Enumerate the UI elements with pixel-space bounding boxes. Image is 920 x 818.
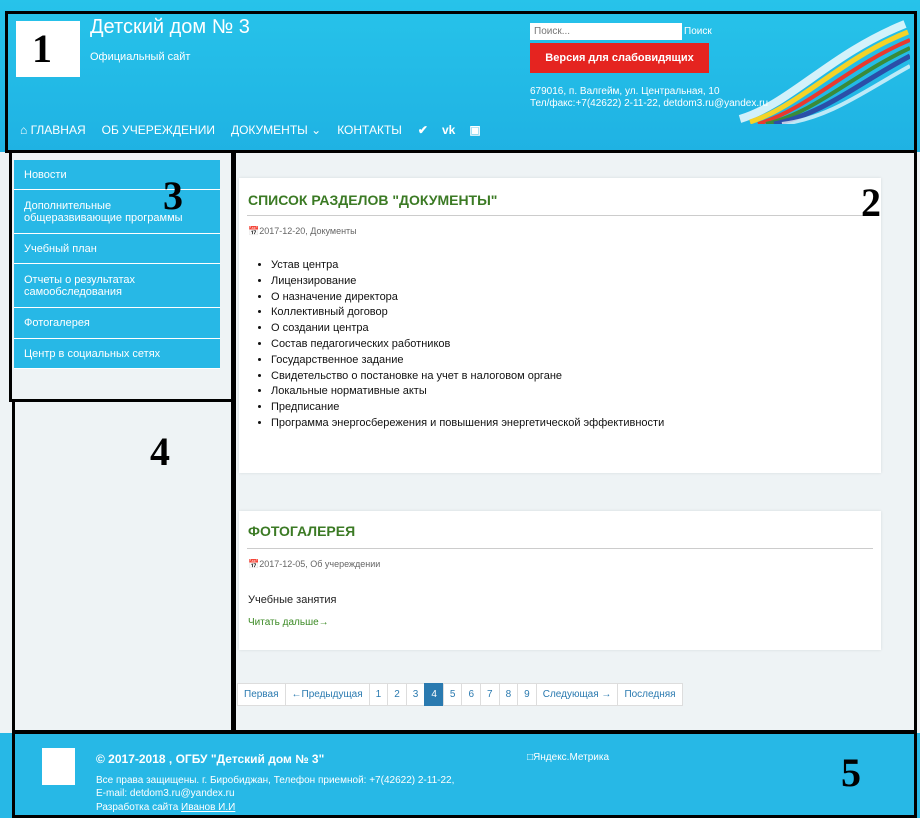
post-date: 2017-12-20, Документы: [259, 226, 357, 236]
home-icon: ⌂: [20, 123, 31, 137]
page-5[interactable]: 5: [442, 683, 463, 706]
twitter-icon[interactable]: ✔: [418, 123, 428, 137]
post-card: ФОТОГАЛЕРЕЯ 📅2017-12-05, Об учереждении …: [239, 511, 881, 650]
nav-about[interactable]: ОБ УЧЕРЕЖДЕНИИ: [102, 123, 215, 137]
footer-email: E-mail: detdom3.ru@yandex.ru: [96, 788, 235, 799]
list-item[interactable]: Предписание: [271, 400, 664, 416]
list-item[interactable]: Лицензирование: [271, 274, 664, 290]
post-title[interactable]: ФОТОГАЛЕРЕЯ: [248, 523, 355, 539]
nav-documents[interactable]: ДОКУМЕНТЫ ⌄: [231, 123, 321, 137]
page-3[interactable]: 3: [405, 683, 426, 706]
site-title[interactable]: Детский дом № 3: [90, 16, 250, 39]
sidebar-item-news[interactable]: Новости: [14, 160, 220, 190]
post-date: 2017-12-05, Об учереждении: [259, 559, 381, 569]
list-item[interactable]: Коллективный договор: [271, 305, 664, 321]
list-item[interactable]: О создании центра: [271, 321, 664, 337]
sidebar-item-programs[interactable]: Дополнительные общеразвивающие программы: [14, 190, 220, 234]
developer-prefix: Разработка сайта: [96, 802, 182, 813]
main-nav: ⌂ ГЛАВНАЯ ОБ УЧЕРЕЖДЕНИИ ДОКУМЕНТЫ ⌄ КОН…: [20, 122, 495, 138]
annotation-number-4: 4: [150, 429, 170, 474]
page-4-current[interactable]: 4: [424, 683, 444, 706]
annotation-number-5: 5: [841, 750, 861, 795]
sidebar-item-reports[interactable]: Отчеты о результатах самообследования: [14, 264, 220, 308]
pagination: Первая ←Предыдущая 1 2 3 4 5 6 7 8 9 Сле…: [237, 683, 683, 706]
low-vision-button[interactable]: Версия для слабовидящих: [530, 43, 709, 73]
divider: [247, 215, 873, 216]
page-last[interactable]: Последняя: [617, 683, 683, 706]
footer-rights: Все права защищены. г. Биробиджан, Телеф…: [96, 775, 455, 786]
page-6[interactable]: 6: [461, 683, 482, 706]
address-text: 679016, п. Валгейм, ул. Центральная, 10: [530, 86, 720, 97]
list-item[interactable]: О назначение директора: [271, 290, 664, 306]
list-item[interactable]: Состав педагогических работников: [271, 337, 664, 353]
search-button[interactable]: Поиск: [684, 23, 724, 40]
list-item[interactable]: Государственное задание: [271, 353, 664, 369]
page-1[interactable]: 1: [368, 683, 389, 706]
sidebar-item-social[interactable]: Центр в социальных сетях: [14, 339, 220, 369]
vk-icon[interactable]: vk: [442, 123, 455, 137]
calendar-icon: 📅: [248, 226, 260, 236]
nav-home[interactable]: ⌂ ГЛАВНАЯ: [20, 123, 86, 137]
post-card: СПИСОК РАЗДЕЛОВ "ДОКУМЕНТЫ" 📅2017-12-20,…: [239, 178, 881, 473]
list-item[interactable]: Программа энергосбережения и повышения э…: [271, 416, 664, 432]
read-more-link[interactable]: Читать дальше→: [248, 617, 329, 628]
page-2[interactable]: 2: [387, 683, 407, 706]
list-item[interactable]: Свидетельство о постановке на учет в нал…: [271, 369, 664, 385]
site-header: Детский дом № 3 Официальный сайт Поиск В…: [0, 0, 920, 152]
footer-copyright: © 2017-2018 , ОГБУ "Детский дом № 3": [96, 752, 325, 766]
page-7[interactable]: 7: [480, 683, 500, 706]
site-footer: © 2017-2018 , ОГБУ "Детский дом № 3" Все…: [0, 733, 920, 818]
search-input[interactable]: [530, 23, 682, 40]
post-title[interactable]: СПИСОК РАЗДЕЛОВ "ДОКУМЕНТЫ": [248, 192, 497, 208]
metrika-label: Яндекс.Метрика: [533, 752, 610, 763]
annotation-number-1: 1: [32, 26, 52, 71]
sidebar-item-gallery[interactable]: Фотогалерея: [14, 308, 220, 339]
annotation-number-2: 2: [861, 180, 881, 225]
list-item[interactable]: Устав центра: [271, 258, 664, 274]
document-list: Устав центра Лицензирование О назначение…: [259, 258, 664, 432]
page-prev[interactable]: ←Предыдущая: [284, 683, 370, 706]
site-subtitle: Официальный сайт: [90, 51, 191, 63]
instagram-icon[interactable]: ▣: [469, 123, 480, 137]
list-item[interactable]: Локальные нормативные акты: [271, 384, 664, 400]
page-first[interactable]: Первая: [237, 683, 286, 706]
nav-home-label: ГЛАВНАЯ: [30, 123, 86, 137]
rainbow-decoration: [738, 20, 910, 124]
sidebar-menu: Новости Дополнительные общеразвивающие п…: [14, 160, 220, 369]
calendar-icon: 📅: [248, 559, 260, 569]
annotation-number-3: 3: [163, 173, 183, 218]
post-meta: 📅2017-12-20, Документы: [248, 226, 357, 237]
yandex-metrika[interactable]: □Яндекс.Метрика: [527, 752, 609, 763]
sidebar-item-curriculum[interactable]: Учебный план: [14, 234, 220, 264]
developer-link[interactable]: Иванов И.И: [181, 802, 235, 813]
annotation-frame-4: [12, 399, 236, 733]
post-meta: 📅2017-12-05, Об учереждении: [248, 559, 380, 570]
footer-logo: [42, 748, 75, 785]
page-next[interactable]: Следующая →: [535, 683, 619, 706]
chevron-down-icon: ⌄: [311, 123, 322, 137]
page-8[interactable]: 8: [498, 683, 519, 706]
divider: [247, 548, 873, 549]
footer-developer: Разработка сайта Иванов И.И: [96, 802, 235, 813]
post-excerpt: Учебные занятия: [248, 594, 337, 606]
nav-documents-label: ДОКУМЕНТЫ: [230, 123, 308, 137]
nav-contacts[interactable]: КОНТАКТЫ: [337, 123, 402, 137]
page-9[interactable]: 9: [517, 683, 537, 706]
